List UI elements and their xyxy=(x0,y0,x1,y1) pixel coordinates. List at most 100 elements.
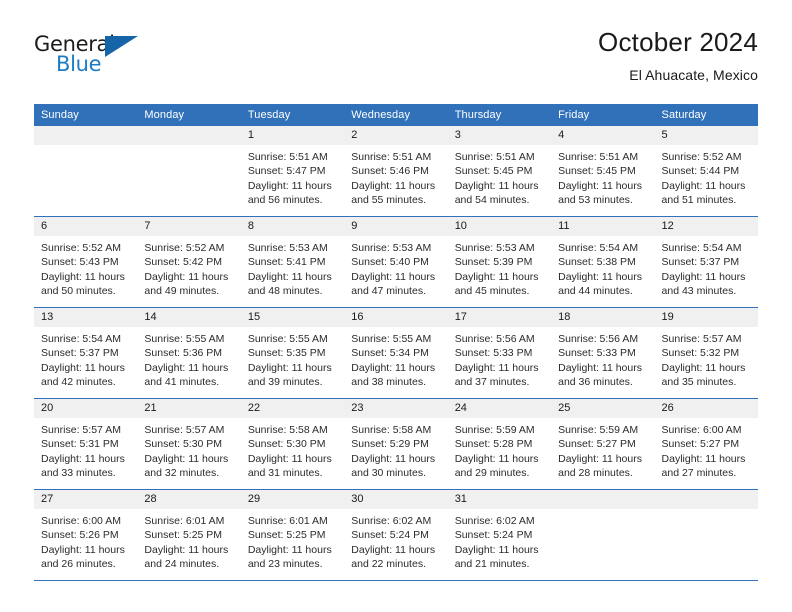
calendar-day-cell[interactable]: 10 Sunrise: 5:53 AM Sunset: 5:39 PM Dayligh… xyxy=(447,216,552,308)
day-number: 10 xyxy=(447,217,552,236)
calendar-day-cell[interactable]: 11 Sunrise: 5:54 AM Sunset: 5:38 PM Dayligh… xyxy=(551,216,655,308)
daylight-text-line1: Daylight: 11 hours xyxy=(454,179,539,192)
daylight-text-line1: Daylight: 11 hours xyxy=(144,270,229,283)
sunset-text: Sunset: 5:24 PM xyxy=(454,529,533,542)
sunrise-sunset-calendar-table: Sunday Monday Tuesday Wednesday Thursday… xyxy=(34,104,758,581)
calendar-day-cell[interactable]: 21 Sunrise: 5:57 AM Sunset: 5:30 PM Dayligh… xyxy=(137,398,241,490)
calendar-day-cell-empty xyxy=(34,126,138,217)
daylight-text-line2: and 43 minutes. xyxy=(661,284,737,297)
sunset-text: Sunset: 5:26 PM xyxy=(41,529,119,542)
calendar-day-cell[interactable]: 1 Sunrise: 5:51 AM Sunset: 5:47 PM Daylight… xyxy=(240,126,345,217)
day-sun-info: Sunrise: 5:51 AM Sunset: 5:45 PM Daylight:… xyxy=(448,145,551,207)
sunset-text: Sunset: 5:37 PM xyxy=(41,347,119,360)
calendar-day-cell[interactable]: 4 Sunrise: 5:51 AM Sunset: 5:45 PM Daylight… xyxy=(551,126,655,217)
sunrise-text: Sunrise: 5:52 AM xyxy=(144,242,225,254)
calendar-day-cell[interactable]: 15 Sunrise: 5:55 AM Sunset: 5:35 PM Dayligh… xyxy=(240,307,345,399)
day-number: 8 xyxy=(240,217,345,236)
daylight-text-line1: Daylight: 11 hours xyxy=(661,452,746,465)
sunrise-text: Sunrise: 5:54 AM xyxy=(558,242,639,254)
calendar-week-row: 20 Sunrise: 5:57 AM Sunset: 5:31 PM Dayligh… xyxy=(34,398,758,490)
logo-triangle-icon xyxy=(105,36,138,57)
sunrise-text: Sunrise: 5:53 AM xyxy=(454,242,535,254)
calendar-day-cell[interactable]: 16 Sunrise: 5:55 AM Sunset: 5:34 PM Dayligh… xyxy=(344,307,448,399)
day-sun-info: Sunrise: 5:58 AM Sunset: 5:29 PM Daylight:… xyxy=(344,418,447,480)
calendar-day-cell[interactable]: 5 Sunrise: 5:52 AM Sunset: 5:44 PM Daylight… xyxy=(654,126,758,217)
calendar-day-cell[interactable]: 13 Sunrise: 5:54 AM Sunset: 5:37 PM Dayligh… xyxy=(34,307,138,399)
day-number: 2 xyxy=(344,126,448,145)
day-sun-info: Sunrise: 5:51 AM Sunset: 5:47 PM Daylight:… xyxy=(241,145,344,207)
weekday-header-monday: Monday xyxy=(137,104,241,126)
sunset-text: Sunset: 5:25 PM xyxy=(144,529,223,542)
calendar-day-cell[interactable]: 22 Sunrise: 5:58 AM Sunset: 5:30 PM Dayligh… xyxy=(240,398,345,490)
daylight-text-line1: Daylight: 11 hours xyxy=(454,452,539,465)
page-header: General Blue October 2024 El Ahuacate, M… xyxy=(0,26,792,98)
daylight-text-line2: and 50 minutes. xyxy=(41,284,116,297)
day-number: 29 xyxy=(240,490,345,509)
sunrise-text: Sunrise: 6:02 AM xyxy=(454,515,535,527)
general-blue-logo[interactable]: General Blue xyxy=(34,26,144,82)
calendar-day-cell[interactable]: 2 Sunrise: 5:51 AM Sunset: 5:46 PM Daylight… xyxy=(344,126,448,217)
daylight-text-line1: Daylight: 11 hours xyxy=(454,270,539,283)
day-number: 5 xyxy=(654,126,758,145)
calendar-day-cell[interactable]: 9 Sunrise: 5:53 AM Sunset: 5:40 PM Daylight… xyxy=(344,216,448,308)
weekday-header-friday: Friday xyxy=(551,104,655,126)
day-number: 24 xyxy=(447,399,552,418)
sunset-text: Sunset: 5:45 PM xyxy=(558,165,636,178)
sunrise-text: Sunrise: 5:57 AM xyxy=(661,333,742,345)
calendar-day-cell[interactable]: 20 Sunrise: 5:57 AM Sunset: 5:31 PM Dayligh… xyxy=(34,398,138,490)
sunrise-text: Sunrise: 5:55 AM xyxy=(247,333,328,345)
daylight-text-line2: and 31 minutes. xyxy=(247,466,323,479)
day-sun-info: Sunrise: 5:57 AM Sunset: 5:32 PM Daylight:… xyxy=(655,327,758,389)
sunrise-text: Sunrise: 6:01 AM xyxy=(247,515,328,527)
day-number: 31 xyxy=(447,490,552,509)
daylight-text-line1: Daylight: 11 hours xyxy=(247,179,332,192)
calendar-day-cell[interactable]: 3 Sunrise: 5:51 AM Sunset: 5:45 PM Daylight… xyxy=(447,126,552,217)
calendar-day-cell[interactable]: 26 Sunrise: 6:00 AM Sunset: 5:27 PM Dayligh… xyxy=(654,398,758,490)
day-number xyxy=(551,490,655,509)
calendar-day-cell[interactable]: 28 Sunrise: 6:01 AM Sunset: 5:25 PM Dayligh… xyxy=(137,489,241,581)
calendar-day-cell[interactable]: 29 Sunrise: 6:01 AM Sunset: 5:25 PM Dayligh… xyxy=(240,489,345,581)
daylight-text-line2: and 33 minutes. xyxy=(41,466,116,479)
calendar-day-cell[interactable]: 18 Sunrise: 5:56 AM Sunset: 5:33 PM Dayligh… xyxy=(551,307,655,399)
calendar-week-row: 6 Sunrise: 5:52 AM Sunset: 5:43 PM Daylight… xyxy=(34,216,758,308)
calendar-day-cell[interactable]: 31 Sunrise: 6:02 AM Sunset: 5:24 PM Dayligh… xyxy=(447,489,552,581)
sunset-text: Sunset: 5:44 PM xyxy=(661,165,740,178)
day-sun-info: Sunrise: 6:01 AM Sunset: 5:25 PM Daylight:… xyxy=(137,509,240,571)
day-sun-info: Sunrise: 5:55 AM Sunset: 5:35 PM Daylight:… xyxy=(241,327,344,389)
day-number: 23 xyxy=(344,399,448,418)
calendar-day-cell[interactable]: 27 Sunrise: 6:00 AM Sunset: 5:26 PM Dayligh… xyxy=(34,489,138,581)
day-sun-info: Sunrise: 5:53 AM Sunset: 5:40 PM Daylight:… xyxy=(344,236,447,298)
sunset-text: Sunset: 5:33 PM xyxy=(558,347,636,360)
daylight-text-line1: Daylight: 11 hours xyxy=(144,543,229,556)
sunset-text: Sunset: 5:32 PM xyxy=(661,347,740,360)
calendar-day-cell-empty xyxy=(654,489,758,581)
daylight-text-line1: Daylight: 11 hours xyxy=(661,179,746,192)
calendar-day-cell[interactable]: 17 Sunrise: 5:56 AM Sunset: 5:33 PM Dayligh… xyxy=(447,307,552,399)
day-number: 14 xyxy=(137,308,241,327)
calendar-day-cell[interactable]: 8 Sunrise: 5:53 AM Sunset: 5:41 PM Daylight… xyxy=(240,216,345,308)
day-sun-info: Sunrise: 6:02 AM Sunset: 5:24 PM Daylight:… xyxy=(448,509,551,571)
calendar-day-cell[interactable]: 23 Sunrise: 5:58 AM Sunset: 5:29 PM Dayligh… xyxy=(344,398,448,490)
calendar-day-cell[interactable]: 30 Sunrise: 6:02 AM Sunset: 5:24 PM Dayligh… xyxy=(344,489,448,581)
calendar-day-cell[interactable]: 14 Sunrise: 5:55 AM Sunset: 5:36 PM Dayligh… xyxy=(137,307,241,399)
day-number: 4 xyxy=(551,126,655,145)
calendar-day-cell[interactable]: 19 Sunrise: 5:57 AM Sunset: 5:32 PM Dayligh… xyxy=(654,307,758,399)
calendar-day-cell[interactable]: 25 Sunrise: 5:59 AM Sunset: 5:27 PM Dayligh… xyxy=(551,398,655,490)
daylight-text-line1: Daylight: 11 hours xyxy=(351,361,436,374)
sunset-text: Sunset: 5:37 PM xyxy=(661,256,740,269)
calendar-day-cell[interactable]: 12 Sunrise: 5:54 AM Sunset: 5:37 PM Dayligh… xyxy=(654,216,758,308)
day-number: 6 xyxy=(34,217,138,236)
day-number: 22 xyxy=(240,399,345,418)
weekday-header-sunday: Sunday xyxy=(34,104,138,126)
daylight-text-line1: Daylight: 11 hours xyxy=(247,270,332,283)
sunset-text: Sunset: 5:38 PM xyxy=(558,256,636,269)
daylight-text-line2: and 36 minutes. xyxy=(558,375,633,388)
daylight-text-line1: Daylight: 11 hours xyxy=(41,361,125,374)
daylight-text-line1: Daylight: 11 hours xyxy=(144,452,229,465)
calendar-day-cell[interactable]: 6 Sunrise: 5:52 AM Sunset: 5:43 PM Daylight… xyxy=(34,216,138,308)
sunset-text: Sunset: 5:30 PM xyxy=(247,438,326,451)
sunset-text: Sunset: 5:27 PM xyxy=(661,438,740,451)
calendar-day-cell[interactable]: 7 Sunrise: 5:52 AM Sunset: 5:42 PM Daylight… xyxy=(137,216,241,308)
weekday-header-tuesday: Tuesday xyxy=(240,104,345,126)
calendar-day-cell[interactable]: 24 Sunrise: 5:59 AM Sunset: 5:28 PM Dayligh… xyxy=(447,398,552,490)
